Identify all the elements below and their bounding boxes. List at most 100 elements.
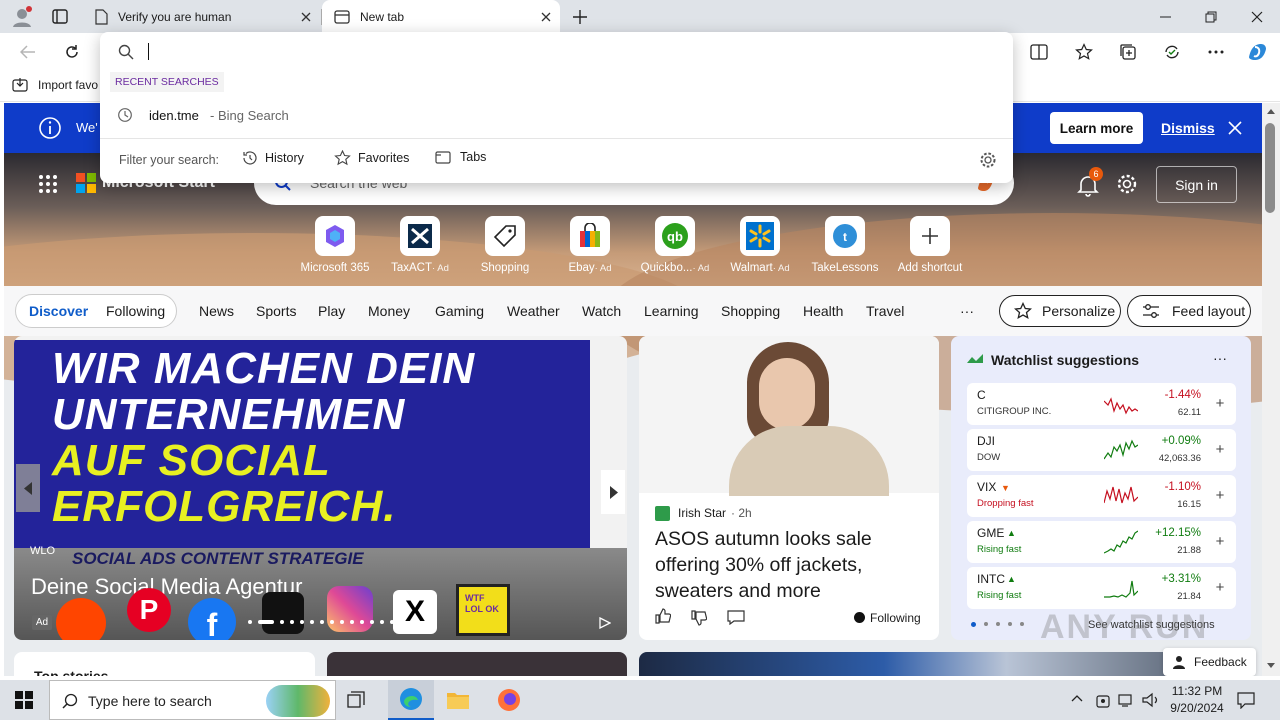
carousel-dot[interactable] <box>380 620 384 624</box>
carousel-dot[interactable] <box>300 620 304 624</box>
ad-choices-icon[interactable] <box>599 617 611 629</box>
carousel-dot[interactable] <box>350 620 354 624</box>
task-view-icon[interactable] <box>346 690 366 710</box>
window-close-icon[interactable] <box>1234 0 1280 33</box>
dismiss-link[interactable]: Dismiss <box>1161 120 1215 136</box>
filter-tabs[interactable]: Tabs <box>435 150 486 164</box>
nav-more[interactable]: ··· <box>960 303 974 319</box>
tray-app-icon[interactable] <box>1096 692 1110 708</box>
taskbar-search-box[interactable]: Type here to search <box>49 680 336 720</box>
favorites-star-icon[interactable] <box>1068 37 1100 67</box>
shortcut-microsoft-365[interactable]: Microsoft 365 <box>293 216 377 274</box>
story-image-card[interactable] <box>639 652 1251 676</box>
address-input[interactable] <box>146 38 986 64</box>
news-card[interactable]: Irish Star · 2h ASOS autumn looks sale o… <box>639 336 939 640</box>
sign-in-button[interactable]: Sign in <box>1156 166 1237 203</box>
clock-time[interactable]: 11:32 PM <box>1170 684 1224 698</box>
shortcut-ebay[interactable]: Ebay· Ad <box>548 216 632 274</box>
watchlist-row-intc[interactable]: INTC ▲ Rising fast +3.31% 21.84 + <box>967 567 1236 609</box>
search-settings-gear-icon[interactable] <box>979 151 997 169</box>
carousel-dot[interactable] <box>330 620 334 624</box>
nav-watch[interactable]: Watch <box>582 303 621 319</box>
personalize-button[interactable]: Personalize <box>999 295 1121 327</box>
notifications-bell-icon[interactable]: 6 <box>1076 167 1103 197</box>
add-stock-icon[interactable]: + <box>1210 578 1230 598</box>
nav-gaming[interactable]: Gaming <box>435 303 484 319</box>
filter-favorites[interactable]: Favorites <box>334 150 409 166</box>
nav-shopping[interactable]: Shopping <box>721 303 780 319</box>
carousel-dot[interactable] <box>360 620 364 624</box>
volume-icon[interactable] <box>1142 692 1160 708</box>
carousel-next-button[interactable] <box>601 470 625 514</box>
add-stock-icon[interactable]: + <box>1210 394 1230 414</box>
more-menu-icon[interactable] <box>1200 37 1232 67</box>
notification-center-icon[interactable] <box>1237 691 1255 709</box>
settings-gear-icon[interactable] <box>1116 173 1138 195</box>
watchlist-more-icon[interactable]: ··· <box>1213 350 1227 366</box>
shortcut-takelessons[interactable]: t TakeLessons <box>803 216 887 274</box>
nav-weather[interactable]: Weather <box>507 303 560 319</box>
add-stock-icon[interactable]: + <box>1210 440 1230 460</box>
restore-icon[interactable] <box>1188 0 1234 33</box>
nav-play[interactable]: Play <box>318 303 345 319</box>
carousel-dot[interactable] <box>390 620 394 624</box>
shortcut-quickbooks[interactable]: qb Quickbo...· Ad <box>633 216 717 274</box>
feed-layout-button[interactable]: Feed layout <box>1127 295 1251 327</box>
nav-news[interactable]: News <box>199 303 234 319</box>
scroll-thumb[interactable] <box>1265 123 1275 213</box>
tab-discover[interactable]: Discover <box>29 303 88 319</box>
nav-money[interactable]: Money <box>368 303 410 319</box>
carousel-dot[interactable] <box>280 620 284 624</box>
shortcut-walmart[interactable]: Walmart· Ad <box>718 216 802 274</box>
carousel-dot-active[interactable] <box>258 620 274 624</box>
tab-following[interactable]: Following <box>106 303 165 319</box>
shortcut-shopping[interactable]: Shopping <box>463 216 547 274</box>
nav-learning[interactable]: Learning <box>644 303 699 319</box>
import-favorites-button[interactable]: Import favo <box>12 77 98 93</box>
carousel-dot[interactable] <box>370 620 374 624</box>
nav-travel[interactable]: Travel <box>866 303 904 319</box>
thumbs-up-icon[interactable] <box>655 608 671 624</box>
new-tab-plus-icon[interactable] <box>568 5 592 29</box>
pager-dot[interactable] <box>984 622 988 626</box>
carousel-prev-button[interactable] <box>16 464 40 512</box>
story-image-card[interactable] <box>327 652 627 676</box>
thumbs-down-icon[interactable] <box>691 610 707 626</box>
comment-icon[interactable] <box>727 609 745 625</box>
filter-history[interactable]: History <box>242 150 304 166</box>
profile-icon[interactable] <box>10 5 34 29</box>
shortcut-taxact[interactable]: TaxACT· Ad <box>378 216 462 274</box>
collections-icon[interactable] <box>1112 37 1144 67</box>
watchlist-row-c[interactable]: C CITIGROUP INC. -1.44% 62.11 + <box>967 383 1236 425</box>
learn-more-button[interactable]: Learn more <box>1050 112 1143 144</box>
shortcut-add[interactable]: Add shortcut <box>888 216 972 274</box>
refresh-icon[interactable] <box>56 37 88 67</box>
scroll-down-arrow-icon[interactable] <box>1267 663 1275 668</box>
edge-taskbar-icon[interactable] <box>388 680 434 720</box>
tray-chevron-icon[interactable] <box>1071 694 1083 702</box>
carousel-dot[interactable] <box>340 620 344 624</box>
add-stock-icon[interactable]: + <box>1210 486 1230 506</box>
network-icon[interactable] <box>1118 692 1136 708</box>
carousel-dot[interactable] <box>310 620 314 624</box>
minimize-icon[interactable] <box>1142 0 1188 33</box>
carousel-dot[interactable] <box>248 620 252 624</box>
watchlist-row-vix[interactable]: VIX ▼ Dropping fast -1.10% 16.15 + <box>967 475 1236 517</box>
page-scrollbar[interactable] <box>1262 103 1280 676</box>
feedback-button[interactable]: Feedback <box>1163 648 1256 676</box>
close-icon[interactable] <box>532 3 560 31</box>
copilot-icon[interactable] <box>1242 37 1274 67</box>
suggestion-row[interactable]: iden.tme - Bing Search <box>100 100 1013 130</box>
file-explorer-icon[interactable] <box>446 689 470 711</box>
carousel-dot[interactable] <box>290 620 294 624</box>
pager-dot[interactable] <box>1008 622 1012 626</box>
firefox-icon[interactable] <box>497 688 521 712</box>
close-banner-icon[interactable] <box>1228 121 1242 135</box>
nav-health[interactable]: Health <box>803 303 843 319</box>
news-headline[interactable]: ASOS autumn looks sale offering 30% off … <box>655 526 925 604</box>
clock-date[interactable]: 9/20/2024 <box>1167 701 1227 715</box>
carousel-dot[interactable] <box>320 620 324 624</box>
following-label[interactable]: Following <box>870 611 921 625</box>
nav-sports[interactable]: Sports <box>256 303 296 319</box>
apps-grid-icon[interactable] <box>38 174 58 194</box>
